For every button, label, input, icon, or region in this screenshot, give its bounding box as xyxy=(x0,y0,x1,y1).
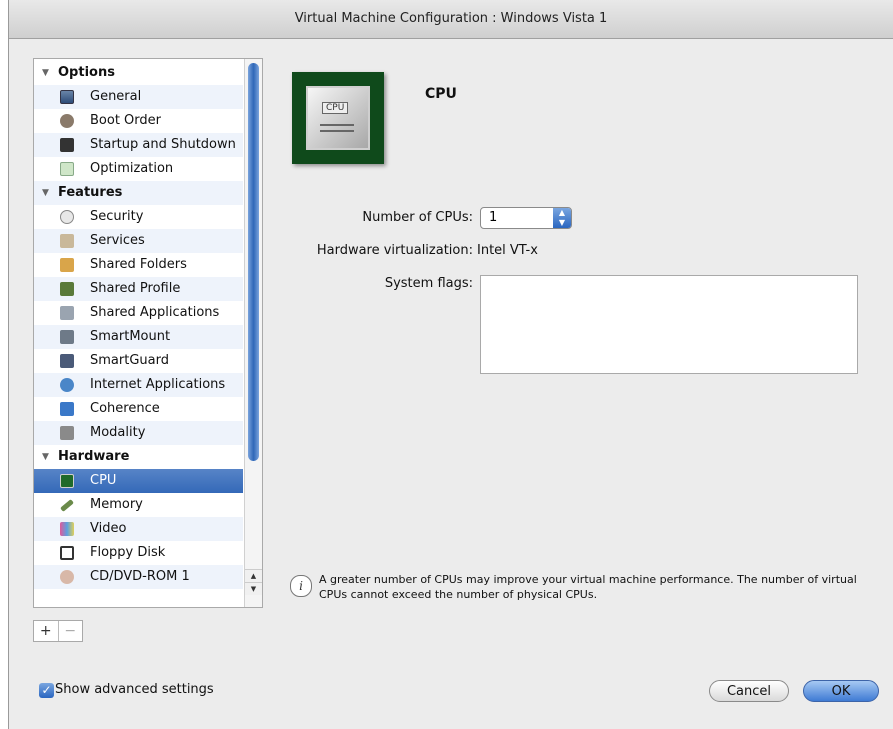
virtualization-label: Hardware virtualization: xyxy=(316,243,473,258)
optimization-icon xyxy=(60,162,74,176)
vm-config-window: Virtual Machine Configuration : Windows … xyxy=(8,0,893,729)
group-hardware[interactable]: ▼ Hardware xyxy=(34,445,243,469)
sidebar-item-video[interactable]: Video xyxy=(34,517,243,541)
show-advanced-checkbox[interactable]: ✓ xyxy=(39,683,54,698)
disclosure-triangle-icon[interactable]: ▼ xyxy=(42,61,49,85)
chip-text-line xyxy=(320,130,354,132)
shared-folders-icon xyxy=(60,258,74,272)
sidebar-item-shared-applications[interactable]: Shared Applications xyxy=(34,301,243,325)
system-flags-field[interactable] xyxy=(480,275,858,374)
group-features[interactable]: ▼ Features xyxy=(34,181,243,205)
cpu-count-value: 1 xyxy=(489,210,498,225)
shared-profile-icon xyxy=(60,282,74,296)
select-stepper-icon: ▲ ▼ xyxy=(553,208,571,228)
sidebar-item-shared-folders[interactable]: Shared Folders xyxy=(34,253,243,277)
page-title: CPU xyxy=(425,86,457,102)
sidebar-item-smartmount[interactable]: SmartMount xyxy=(34,325,243,349)
chip-text-line xyxy=(320,124,354,126)
sidebar-item-services[interactable]: Services xyxy=(34,229,243,253)
sidebar-item-security[interactable]: Security xyxy=(34,205,243,229)
sidebar-item-internet-applications[interactable]: Internet Applications xyxy=(34,373,243,397)
sidebar-item-startup-shutdown[interactable]: Startup and Shutdown xyxy=(34,133,243,157)
sidebar-item-cpu[interactable]: CPU xyxy=(34,469,243,493)
virtualization-value: Intel VT-x xyxy=(477,243,538,258)
services-icon xyxy=(60,234,74,248)
video-icon xyxy=(60,522,74,536)
shared-applications-icon xyxy=(60,306,74,320)
remove-device-button[interactable]: − xyxy=(59,621,83,641)
show-advanced-label[interactable]: Show advanced settings xyxy=(55,682,214,697)
scrollbar-thumb[interactable] xyxy=(248,63,259,461)
sidebar-item-memory[interactable]: Memory xyxy=(34,493,243,517)
sidebar-item-general[interactable]: General xyxy=(34,85,243,109)
disclosure-triangle-icon[interactable]: ▼ xyxy=(42,181,49,205)
memory-icon xyxy=(60,499,74,512)
scroll-up-icon[interactable]: ▲ xyxy=(245,569,262,582)
sidebar-item-smartguard[interactable]: SmartGuard xyxy=(34,349,243,373)
settings-sidebar: ▼ Options General Boot Order Startup and… xyxy=(33,58,263,608)
cpu-count-select[interactable]: 1 ▲ ▼ xyxy=(480,207,572,229)
cpu-chip-image: CPU xyxy=(292,72,384,164)
coherence-icon xyxy=(60,402,74,416)
system-flags-label: System flags: xyxy=(384,276,473,291)
sidebar-item-optimization[interactable]: Optimization xyxy=(34,157,243,181)
ok-button[interactable]: OK xyxy=(803,680,879,702)
smartguard-icon xyxy=(60,354,74,368)
sidebar-item-cd-dvd-rom[interactable]: CD/DVD-ROM 1 xyxy=(34,565,243,589)
startup-icon xyxy=(60,138,74,152)
cpu-chip-face: CPU xyxy=(306,86,370,150)
sidebar-item-coherence[interactable]: Coherence xyxy=(34,397,243,421)
info-icon: i xyxy=(290,575,312,597)
shield-icon xyxy=(60,210,74,224)
add-remove-control: + − xyxy=(33,620,83,642)
sidebar-scrollbar[interactable]: ▲ ▼ xyxy=(244,59,262,607)
modality-icon xyxy=(60,426,74,440)
cpu-chip-label: CPU xyxy=(322,102,349,114)
cancel-button[interactable]: Cancel xyxy=(709,680,789,702)
cd-icon xyxy=(60,570,74,584)
cpu-count-label: Number of CPUs: xyxy=(362,210,473,225)
scroll-down-icon[interactable]: ▼ xyxy=(245,582,262,595)
sidebar-item-shared-profile[interactable]: Shared Profile xyxy=(34,277,243,301)
disclosure-triangle-icon[interactable]: ▼ xyxy=(42,445,49,469)
window-title: Virtual Machine Configuration : Windows … xyxy=(9,0,893,39)
sidebar-item-floppy-disk[interactable]: Floppy Disk xyxy=(34,541,243,565)
sidebar-item-boot-order[interactable]: Boot Order xyxy=(34,109,243,133)
group-options[interactable]: ▼ Options xyxy=(34,61,243,85)
cpu-info-text: A greater number of CPUs may improve you… xyxy=(319,573,857,601)
cpu-icon xyxy=(60,474,74,488)
monitor-icon xyxy=(60,90,74,104)
globe-icon xyxy=(60,378,74,392)
add-device-button[interactable]: + xyxy=(34,621,59,641)
boot-order-icon xyxy=(60,114,74,128)
smartmount-icon xyxy=(60,330,74,344)
sidebar-item-modality[interactable]: Modality xyxy=(34,421,243,445)
floppy-disk-icon xyxy=(60,546,74,560)
